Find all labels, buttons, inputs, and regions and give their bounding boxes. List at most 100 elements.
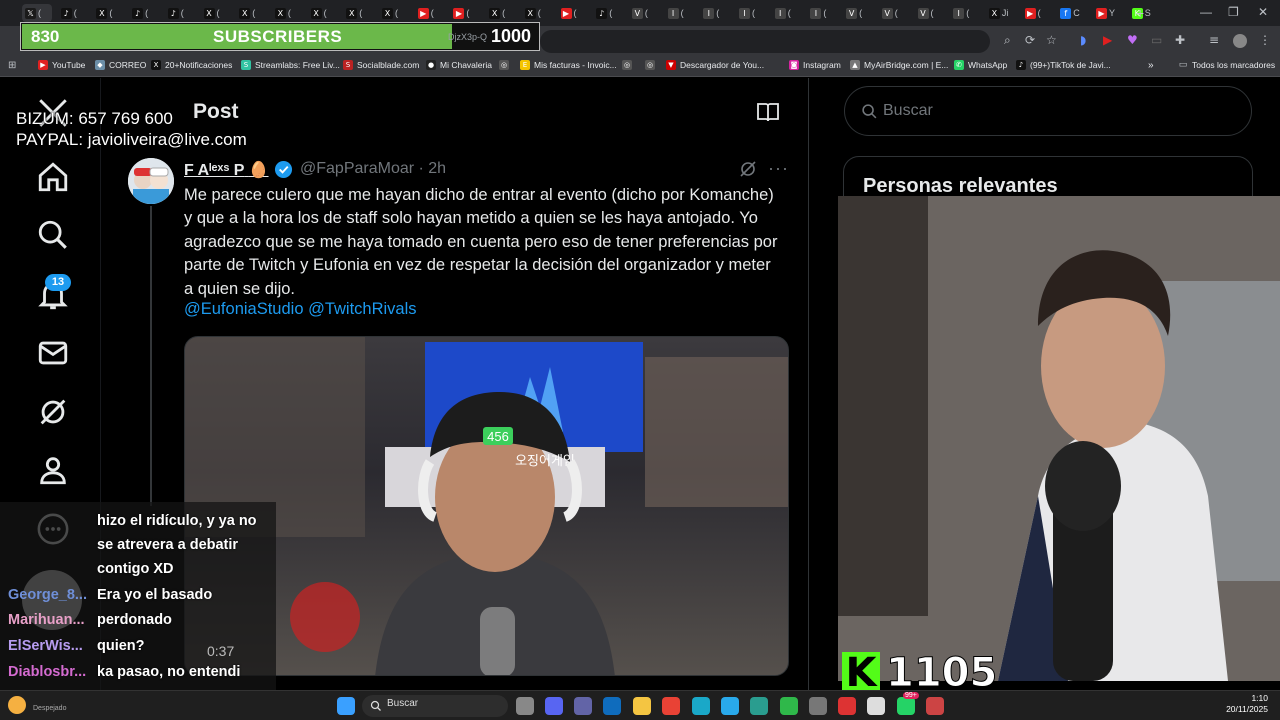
- extension-icon[interactable]: ▶: [1103, 33, 1112, 47]
- bookmark-item[interactable]: S Streamlabs: Free Liv...: [241, 60, 340, 70]
- browser-tab[interactable]: I(: [772, 4, 802, 22]
- post-more-icon[interactable]: ···: [768, 158, 789, 179]
- bookmark-item[interactable]: ▲ MyAirBridge.com | E...: [850, 60, 948, 70]
- browser-icon[interactable]: [750, 697, 768, 715]
- bookmark-item[interactable]: X 20+Notificaciones: [151, 60, 232, 70]
- close-window-button[interactable]: ✕: [1258, 5, 1268, 19]
- taskbar-search[interactable]: [362, 695, 508, 717]
- bookmark-item[interactable]: ▼ Descargador de You...: [666, 60, 764, 70]
- grok-explain-icon[interactable]: [738, 159, 758, 179]
- reader-mode-icon[interactable]: [756, 101, 780, 123]
- edge-icon[interactable]: [692, 697, 710, 715]
- profile-icon[interactable]: [36, 453, 70, 487]
- browser-tab[interactable]: X(: [201, 4, 231, 22]
- browser-tab[interactable]: ▶(: [558, 4, 588, 22]
- taskbar-search-label: Buscar: [387, 698, 419, 709]
- browser-tab[interactable]: ♪(: [593, 4, 623, 22]
- restore-button[interactable]: ❐: [1228, 5, 1239, 19]
- tab-title: (: [787, 8, 791, 18]
- outlook-icon[interactable]: [603, 697, 621, 715]
- bookmark-item[interactable]: ● Mi Chavaleria: [426, 60, 492, 70]
- bookmark-star-icon[interactable]: ☆: [1046, 33, 1057, 47]
- browser-tab[interactable]: V(: [915, 4, 945, 22]
- all-bookmarks-folder[interactable]: ▭ Todos los marcadores: [1178, 60, 1275, 70]
- browser-tab[interactable]: ▶(: [1022, 4, 1052, 22]
- browser-tab[interactable]: ♪(: [129, 4, 159, 22]
- file-explorer-icon[interactable]: [633, 697, 651, 715]
- post-mentions[interactable]: @EufoniaStudio @TwitchRivals: [184, 300, 417, 319]
- browser-tab[interactable]: fC: [1057, 4, 1087, 22]
- bookmark-item[interactable]: ◎: [622, 60, 632, 70]
- browser-tab[interactable]: I(: [736, 4, 766, 22]
- browser-tab[interactable]: I(: [700, 4, 730, 22]
- zoom-icon[interactable]: ⌕: [1004, 33, 1011, 48]
- windows-start-icon[interactable]: [337, 697, 355, 715]
- browser-tab[interactable]: X(: [379, 4, 409, 22]
- extension-icon[interactable]: ♥: [1127, 33, 1138, 47]
- profile-avatar[interactable]: [1233, 34, 1247, 48]
- obs-icon[interactable]: [809, 697, 827, 715]
- author-name[interactable]: F Aˡᵉˣˢ P 🥚: [184, 160, 269, 180]
- browser-tab[interactable]: X(: [93, 4, 123, 22]
- task-view-icon[interactable]: [516, 697, 534, 715]
- camtasia-icon[interactable]: [780, 697, 798, 715]
- install-app-icon[interactable]: ⟳: [1025, 33, 1035, 47]
- author-handle[interactable]: @FapParaMoar · 2h: [300, 160, 446, 178]
- grok-icon[interactable]: [36, 395, 70, 429]
- bookmark-item[interactable]: ♪ (99+)TikTok de Javi...: [1016, 60, 1111, 70]
- bookmark-item[interactable]: S Socialblade.com: [343, 60, 419, 70]
- windows-taskbar: 99+: [0, 690, 1280, 720]
- bookmark-item[interactable]: ▶ YouTube: [38, 60, 85, 70]
- apps-grid-icon[interactable]: ⊞: [8, 60, 16, 71]
- chrome-menu-icon[interactable]: ⋮: [1259, 33, 1271, 47]
- browser-tab[interactable]: X Ji: [986, 4, 1016, 22]
- browser-tab[interactable]: X(: [236, 4, 266, 22]
- whatsapp-icon[interactable]: [897, 697, 915, 715]
- bookmark-item[interactable]: E Mis facturas - Invoic...: [520, 60, 617, 70]
- browser-tab[interactable]: ▶(: [415, 4, 445, 22]
- teams-icon[interactable]: [574, 697, 592, 715]
- browser-tab[interactable]: ▶(: [450, 4, 480, 22]
- verified-badge-icon: [274, 160, 293, 179]
- browser-tab[interactable]: 𝕏(: [22, 4, 52, 22]
- browser-tab[interactable]: V(: [879, 4, 909, 22]
- browser-tab[interactable]: I(: [807, 4, 837, 22]
- taskbar-clock[interactable]: 1:10 20/11/2025: [1224, 693, 1268, 715]
- telegram-icon[interactable]: [721, 697, 739, 715]
- home-icon[interactable]: [36, 160, 70, 194]
- new-tab-button[interactable]: +: [1136, 5, 1144, 21]
- bookmark-item[interactable]: ◎: [499, 60, 509, 70]
- browser-tab[interactable]: I(: [665, 4, 695, 22]
- app-icon[interactable]: [867, 697, 885, 715]
- browser-tab[interactable]: V(: [629, 4, 659, 22]
- browser-tab[interactable]: ▶ Y: [1093, 4, 1123, 22]
- extension-icon[interactable]: ▭: [1151, 33, 1162, 47]
- extensions-puzzle-icon[interactable]: ✚: [1175, 33, 1185, 47]
- browser-tab[interactable]: X(: [522, 4, 552, 22]
- bookmark-item[interactable]: ◆ CORREO: [95, 60, 146, 70]
- browser-tab[interactable]: X(: [486, 4, 516, 22]
- tab-search-icon[interactable]: ≡: [1209, 33, 1219, 47]
- bookmark-item[interactable]: ◎: [645, 60, 655, 70]
- browser-tab[interactable]: I(: [950, 4, 980, 22]
- messages-icon[interactable]: [36, 336, 70, 370]
- author-avatar[interactable]: [128, 158, 174, 204]
- snipping-icon[interactable]: [926, 697, 944, 715]
- bookmark-item[interactable]: ◙ Instagram: [789, 60, 841, 70]
- browser-tab[interactable]: V(: [843, 4, 873, 22]
- extension-icon[interactable]: ◗: [1080, 33, 1086, 47]
- browser-tab[interactable]: X(: [308, 4, 338, 22]
- weather-icon[interactable]: [8, 696, 26, 714]
- search-icon[interactable]: [36, 218, 70, 252]
- app-icon[interactable]: [838, 697, 856, 715]
- browser-tab[interactable]: ♪(: [165, 4, 195, 22]
- bookmarks-overflow-icon[interactable]: »: [1148, 60, 1154, 71]
- discord-icon[interactable]: [545, 697, 563, 715]
- browser-tab[interactable]: ♪(: [58, 4, 88, 22]
- browser-tab[interactable]: X(: [272, 4, 302, 22]
- chrome-icon[interactable]: [662, 697, 680, 715]
- minimize-button[interactable]: —: [1200, 5, 1212, 19]
- browser-tab[interactable]: X(: [343, 4, 373, 22]
- bookmark-item[interactable]: ✆ WhatsApp: [954, 60, 1007, 70]
- omnibox[interactable]: [540, 30, 990, 53]
